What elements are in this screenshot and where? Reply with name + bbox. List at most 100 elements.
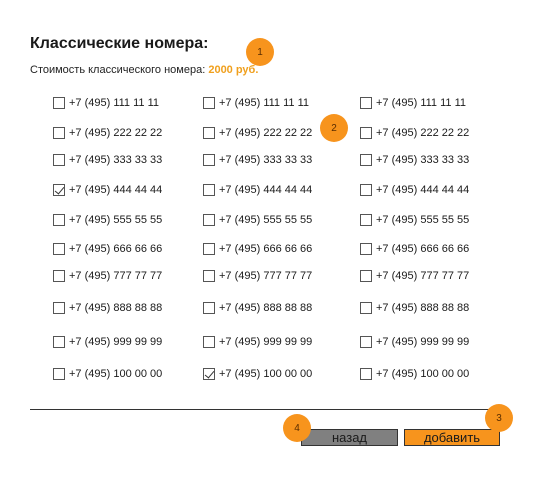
back-button-label: назад xyxy=(331,430,368,445)
number-option[interactable]: +7 (495) 888 88 88 xyxy=(360,299,469,317)
number-option[interactable]: +7 (495) 666 66 66 xyxy=(360,240,469,258)
number-checkbox[interactable] xyxy=(203,302,215,314)
number-checkbox[interactable] xyxy=(53,243,65,255)
number-option[interactable]: +7 (495) 888 88 88 xyxy=(53,299,162,317)
phone-number-label: +7 (495) 999 99 99 xyxy=(376,336,470,348)
number-checkbox[interactable] xyxy=(53,97,65,109)
phone-number-label: +7 (495) 111 11 11 xyxy=(69,97,160,109)
phone-number-label: +7 (495) 888 88 88 xyxy=(219,302,313,314)
phone-number-label: +7 (495) 666 66 66 xyxy=(69,243,163,255)
number-option[interactable]: +7 (495) 222 22 22 xyxy=(203,124,312,142)
number-option[interactable]: +7 (495) 666 66 66 xyxy=(203,240,312,258)
number-option[interactable]: +7 (495) 444 44 44 xyxy=(53,181,162,199)
number-checkbox[interactable] xyxy=(360,97,372,109)
phone-number-label: +7 (495) 444 44 44 xyxy=(376,184,470,196)
number-option[interactable]: +7 (495) 999 99 99 xyxy=(203,333,312,351)
phone-number-label: +7 (495) 555 55 55 xyxy=(376,214,470,226)
number-checkbox[interactable] xyxy=(203,127,215,139)
number-option[interactable]: +7 (495) 100 00 00 xyxy=(203,365,312,383)
phone-number-label: +7 (495) 111 11 11 xyxy=(219,97,310,109)
number-checkbox[interactable] xyxy=(203,368,215,380)
phone-number-label: +7 (495) 111 11 11 xyxy=(376,97,467,109)
phone-number-label: +7 (495) 100 00 00 xyxy=(69,368,163,380)
number-checkbox[interactable] xyxy=(360,184,372,196)
price-line: Стоимость классического номера: 2000 руб… xyxy=(30,64,258,76)
number-checkbox[interactable] xyxy=(203,154,215,166)
phone-number-label: +7 (495) 666 66 66 xyxy=(376,243,470,255)
number-option[interactable]: +7 (495) 444 44 44 xyxy=(203,181,312,199)
number-option[interactable]: +7 (495) 444 44 44 xyxy=(360,181,469,199)
phone-number-label: +7 (495) 777 77 77 xyxy=(376,270,470,282)
number-checkbox[interactable] xyxy=(360,243,372,255)
number-checkbox[interactable] xyxy=(203,214,215,226)
number-option[interactable]: +7 (495) 333 33 33 xyxy=(53,151,162,169)
number-checkbox[interactable] xyxy=(203,97,215,109)
number-checkbox[interactable] xyxy=(53,336,65,348)
number-option[interactable]: +7 (495) 111 11 11 xyxy=(53,94,159,112)
number-checkbox[interactable] xyxy=(360,302,372,314)
number-checkbox[interactable] xyxy=(360,336,372,348)
number-checkbox[interactable] xyxy=(360,154,372,166)
divider xyxy=(30,409,500,410)
number-checkbox[interactable] xyxy=(360,127,372,139)
number-option[interactable]: +7 (495) 777 77 77 xyxy=(360,267,469,285)
phone-number-label: +7 (495) 888 88 88 xyxy=(376,302,470,314)
phone-number-label: +7 (495) 666 66 66 xyxy=(219,243,313,255)
phone-number-label: +7 (495) 333 33 33 xyxy=(69,154,163,166)
phone-number-label: +7 (495) 222 22 22 xyxy=(219,127,313,139)
number-option[interactable]: +7 (495) 777 77 77 xyxy=(203,267,312,285)
number-checkbox[interactable] xyxy=(53,270,65,282)
number-checkbox[interactable] xyxy=(53,368,65,380)
number-checkbox[interactable] xyxy=(53,214,65,226)
number-checkbox[interactable] xyxy=(203,184,215,196)
annotation-marker-4: 4 xyxy=(283,414,311,442)
number-option[interactable]: +7 (495) 111 11 11 xyxy=(360,94,466,112)
phone-number-label: +7 (495) 333 33 33 xyxy=(376,154,470,166)
phone-number-label: +7 (495) 100 00 00 xyxy=(376,368,470,380)
number-checkbox[interactable] xyxy=(53,154,65,166)
number-checkbox[interactable] xyxy=(53,302,65,314)
number-option[interactable]: +7 (495) 999 99 99 xyxy=(53,333,162,351)
number-option[interactable]: +7 (495) 555 55 55 xyxy=(360,211,469,229)
number-option[interactable]: +7 (495) 222 22 22 xyxy=(53,124,162,142)
number-option[interactable]: +7 (495) 777 77 77 xyxy=(53,267,162,285)
number-checkbox[interactable] xyxy=(203,336,215,348)
price-value: 2000 руб. xyxy=(208,64,259,76)
annotation-marker-3: 3 xyxy=(485,404,513,432)
number-checkbox[interactable] xyxy=(360,368,372,380)
phone-number-label: +7 (495) 999 99 99 xyxy=(219,336,313,348)
phone-number-label: +7 (495) 999 99 99 xyxy=(69,336,163,348)
number-option[interactable]: +7 (495) 888 88 88 xyxy=(203,299,312,317)
number-checkbox[interactable] xyxy=(53,127,65,139)
phone-number-label: +7 (495) 222 22 22 xyxy=(69,127,163,139)
number-checkbox[interactable] xyxy=(53,184,65,196)
number-option[interactable]: +7 (495) 666 66 66 xyxy=(53,240,162,258)
number-option[interactable]: +7 (495) 111 11 11 xyxy=(203,94,309,112)
number-option[interactable]: +7 (495) 333 33 33 xyxy=(203,151,312,169)
phone-number-label: +7 (495) 444 44 44 xyxy=(219,184,313,196)
phone-number-label: +7 (495) 777 77 77 xyxy=(69,270,163,282)
phone-number-label: +7 (495) 333 33 33 xyxy=(219,154,313,166)
number-checkbox[interactable] xyxy=(360,270,372,282)
phone-number-label: +7 (495) 222 22 22 xyxy=(376,127,470,139)
back-button[interactable]: назад xyxy=(301,429,398,446)
phone-number-label: +7 (495) 555 55 55 xyxy=(219,214,313,226)
phone-number-label: +7 (495) 100 00 00 xyxy=(219,368,313,380)
page-title: Классические номера: xyxy=(30,35,209,52)
number-checkbox[interactable] xyxy=(203,243,215,255)
add-button[interactable]: добавить xyxy=(404,429,500,446)
phone-number-label: +7 (495) 777 77 77 xyxy=(219,270,313,282)
number-option[interactable]: +7 (495) 555 55 55 xyxy=(203,211,312,229)
number-option[interactable]: +7 (495) 222 22 22 xyxy=(360,124,469,142)
number-option[interactable]: +7 (495) 100 00 00 xyxy=(53,365,162,383)
phone-number-label: +7 (495) 444 44 44 xyxy=(69,184,163,196)
price-label: Стоимость классического номера: xyxy=(30,64,206,76)
number-checkbox[interactable] xyxy=(203,270,215,282)
annotation-marker-2: 2 xyxy=(320,114,348,142)
number-option[interactable]: +7 (495) 999 99 99 xyxy=(360,333,469,351)
number-option[interactable]: +7 (495) 100 00 00 xyxy=(360,365,469,383)
phone-number-label: +7 (495) 555 55 55 xyxy=(69,214,163,226)
number-option[interactable]: +7 (495) 333 33 33 xyxy=(360,151,469,169)
number-checkbox[interactable] xyxy=(360,214,372,226)
number-option[interactable]: +7 (495) 555 55 55 xyxy=(53,211,162,229)
